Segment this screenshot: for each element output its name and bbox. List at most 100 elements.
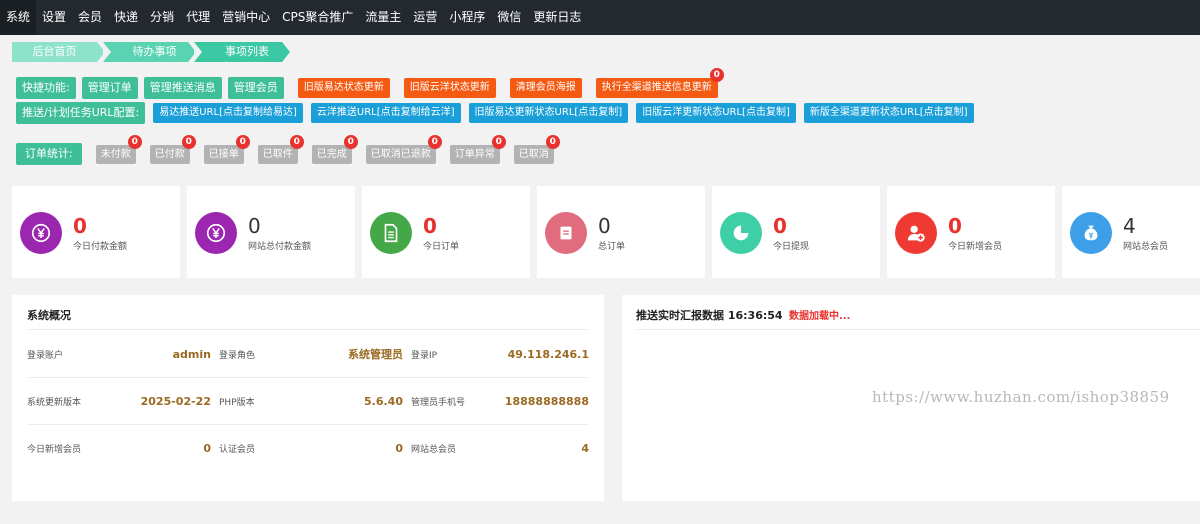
stat-value: 0 bbox=[773, 214, 787, 238]
order-stat-label: 已接单 bbox=[208, 148, 239, 160]
nav-item-operations[interactable]: 运营 bbox=[407, 0, 443, 35]
manage-orders-button[interactable]: 管理订单 bbox=[81, 77, 138, 99]
nav-item-marketing[interactable]: 营销中心 bbox=[216, 0, 276, 35]
order-cancelled-refunded-button[interactable]: 已取消已退款 0 bbox=[365, 134, 442, 164]
quick-functions-label: 快捷功能: bbox=[16, 77, 76, 99]
old-yunyang-update-url-button[interactable]: 旧版云洋更新状态URL[点击复制] bbox=[636, 103, 796, 123]
push-report-panel: 推送实时汇报数据 16:36:54 数据加载中... https://www.h… bbox=[622, 295, 1200, 501]
stat-value: 0 bbox=[248, 214, 261, 238]
info-value: 5.6.40 bbox=[364, 394, 403, 408]
count-badge: 0 bbox=[343, 134, 358, 149]
clear-member-posters-button[interactable]: 清理会员海报 bbox=[509, 78, 582, 98]
info-cell-php-version: PHP版本 5.6.40 bbox=[219, 395, 411, 408]
nav-item-express[interactable]: 快递 bbox=[108, 0, 144, 35]
stat-card-total-orders: 0 总订单 bbox=[537, 186, 705, 278]
stat-card-today-new-members: 0 今日新增会员 bbox=[887, 186, 1055, 278]
info-cell-total-members: 网站总会员 4 bbox=[411, 442, 589, 455]
quick-functions-row: 快捷功能: 管理订单 管理推送消息 管理会员 旧版易达状态更新 旧版云洋状态更新… bbox=[16, 68, 724, 99]
order-stat-label: 未付款 bbox=[100, 148, 131, 160]
nav-item-traffic[interactable]: 流量主 bbox=[359, 0, 407, 35]
yen-icon bbox=[195, 212, 237, 254]
add-user-icon bbox=[895, 212, 937, 254]
loading-status: 数据加载中... bbox=[789, 311, 851, 322]
count-badge: 0 bbox=[427, 134, 442, 149]
info-key: PHP版本 bbox=[219, 397, 255, 408]
order-stat-label: 已完成 bbox=[316, 148, 347, 160]
info-row: 系统更新版本 2025-02-22 PHP版本 5.6.40 管理员手机号 18888… bbox=[27, 378, 589, 425]
nav-item-wechat[interactable]: 微信 bbox=[491, 0, 527, 35]
info-key: 登录角色 bbox=[219, 350, 256, 361]
count-badge: 0 bbox=[235, 134, 250, 149]
info-value: 0 bbox=[395, 442, 403, 455]
pie-chart-icon bbox=[720, 212, 762, 254]
divider bbox=[636, 329, 1200, 330]
system-overview-title: 系统概况 bbox=[27, 309, 71, 322]
order-paid-button[interactable]: 已付款 0 bbox=[149, 134, 196, 164]
info-cell-verified-members: 认证会员 0 bbox=[219, 442, 411, 455]
count-badge: 0 bbox=[127, 134, 142, 149]
yida-push-url-button[interactable]: 易达推送URL[点击复制给易达] bbox=[153, 103, 303, 123]
nav-item-cps[interactable]: CPS聚合推广 bbox=[276, 0, 359, 35]
yen-icon bbox=[20, 212, 62, 254]
breadcrumb-task-list[interactable]: 事项列表 bbox=[194, 42, 290, 62]
stat-caption: 今日新增会员 bbox=[948, 242, 1003, 252]
stat-card-total-members: 4 网站总会员 bbox=[1062, 186, 1200, 278]
stat-caption: 今日订单 bbox=[423, 242, 460, 252]
manage-members-button[interactable]: 管理会员 bbox=[227, 77, 284, 99]
info-key: 登录账户 bbox=[27, 350, 64, 361]
system-overview-panel: 系统概况 登录账户 admin 登录角色 系统管理员 登录IP 49.118.246.… bbox=[12, 295, 604, 501]
stat-caption: 网站总付款金额 bbox=[248, 242, 312, 252]
order-stats-label: 订单统计: bbox=[16, 143, 82, 165]
old-yida-update-url-button[interactable]: 旧版易达更新状态URL[点击复制] bbox=[468, 103, 629, 123]
divider bbox=[27, 329, 589, 330]
manage-push-messages-button[interactable]: 管理推送消息 bbox=[143, 77, 222, 99]
info-key: 管理员手机号 bbox=[411, 397, 466, 408]
order-cancelled-button[interactable]: 已取消 0 bbox=[513, 134, 560, 164]
info-cell-login-ip: 登录IP 49.118.246.1 bbox=[411, 348, 589, 361]
nav-item-agent[interactable]: 代理 bbox=[180, 0, 216, 35]
info-row: 登录账户 admin 登录角色 系统管理员 登录IP 49.118.246.1 bbox=[27, 331, 589, 378]
new-all-channel-update-url-button[interactable]: 新版全渠道更新状态URL[点击复制] bbox=[803, 103, 974, 123]
order-abnormal-button[interactable]: 订单异常 0 bbox=[449, 134, 506, 164]
info-value: 49.118.246.1 bbox=[507, 347, 589, 361]
run-all-channel-push-update-label: 执行全渠道推送信息更新 bbox=[601, 82, 712, 93]
breadcrumb-todo[interactable]: 待办事项 bbox=[103, 42, 196, 62]
breadcrumb: 后台首页 待办事项 事项列表 bbox=[12, 42, 290, 62]
info-row: 今日新增会员 0 认证会员 0 网站总会员 4 bbox=[27, 425, 589, 472]
money-bag-icon bbox=[1070, 212, 1112, 254]
order-stat-label: 已取件 bbox=[262, 148, 293, 160]
stat-caption: 总订单 bbox=[598, 242, 626, 252]
run-all-channel-push-update-button[interactable]: 执行全渠道推送信息更新 0 bbox=[595, 68, 724, 98]
stat-value: 0 bbox=[423, 214, 437, 238]
count-badge: 0 bbox=[289, 134, 304, 149]
breadcrumb-home[interactable]: 后台首页 bbox=[12, 42, 105, 62]
nav-item-settings[interactable]: 设置 bbox=[36, 0, 72, 35]
info-key: 登录IP bbox=[411, 350, 438, 361]
list-icon bbox=[545, 212, 587, 254]
info-cell-login-role: 登录角色 系统管理员 bbox=[219, 346, 411, 362]
order-picked-up-button[interactable]: 已取件 0 bbox=[257, 134, 304, 164]
info-key: 今日新增会员 bbox=[27, 445, 82, 455]
order-accepted-button[interactable]: 已接单 0 bbox=[203, 134, 250, 164]
old-yida-status-update-button[interactable]: 旧版易达状态更新 bbox=[297, 78, 390, 98]
old-yunyang-status-update-button[interactable]: 旧版云洋状态更新 bbox=[403, 78, 496, 98]
stat-value: 0 bbox=[948, 214, 962, 238]
order-completed-button[interactable]: 已完成 0 bbox=[311, 134, 358, 164]
nav-item-distribution[interactable]: 分销 bbox=[144, 0, 180, 35]
system-info-grid: 登录账户 admin 登录角色 系统管理员 登录IP 49.118.246.1 系统更… bbox=[27, 331, 589, 472]
stat-value: 0 bbox=[73, 214, 87, 238]
nav-item-system[interactable]: 系统 bbox=[0, 0, 37, 35]
order-unpaid-button[interactable]: 未付款 0 bbox=[95, 134, 142, 164]
yunyang-push-url-button[interactable]: 云洋推送URL[点击复制给云洋] bbox=[310, 103, 461, 123]
order-stat-label: 已取消 bbox=[518, 148, 549, 160]
nav-item-members[interactable]: 会员 bbox=[72, 0, 108, 35]
stat-card-total-payment: 0 网站总付款金额 bbox=[187, 186, 355, 278]
info-value: 18888888888 bbox=[504, 394, 589, 408]
order-stat-label: 已付款 bbox=[154, 148, 185, 160]
nav-item-changelog[interactable]: 更新日志 bbox=[527, 0, 587, 35]
info-cell-admin-phone: 管理员手机号 18888888888 bbox=[411, 395, 589, 408]
nav-item-miniapp[interactable]: 小程序 bbox=[443, 0, 491, 35]
stat-value: 0 bbox=[598, 214, 611, 238]
info-value: 4 bbox=[581, 442, 589, 455]
info-cell-login-account: 登录账户 admin bbox=[27, 348, 219, 361]
